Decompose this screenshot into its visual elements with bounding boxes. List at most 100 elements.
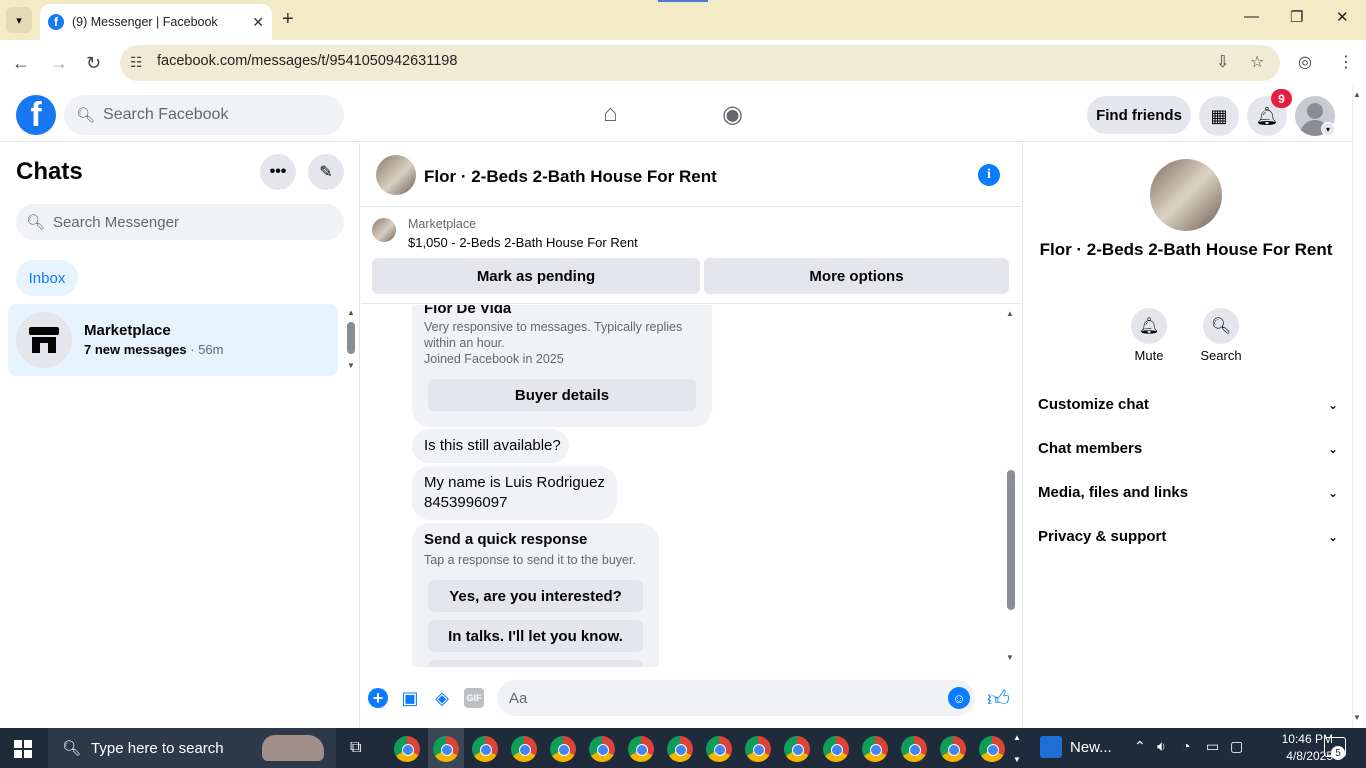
privacy-support-row[interactable]: Privacy & support ⌄ — [1038, 528, 1338, 545]
chevron-down-icon: ⌄ — [1327, 485, 1338, 500]
chrome-icon[interactable] — [550, 736, 576, 762]
chrome-icon[interactable] — [511, 736, 537, 762]
chrome-icon[interactable] — [784, 736, 810, 762]
groups-icon[interactable]: ◉ — [722, 100, 743, 129]
restore-icon[interactable]: ❐ — [1290, 8, 1303, 26]
chevron-down-icon: ⌄ — [1327, 529, 1338, 544]
profile-icon[interactable]: ◎ — [1298, 52, 1312, 72]
chrome-icon[interactable] — [745, 736, 771, 762]
taskbar-scroll-up-icon[interactable]: ▲ — [1013, 733, 1021, 742]
chrome-icon[interactable] — [706, 736, 732, 762]
url-text[interactable]: facebook.com/messages/t/9541050942631198 — [157, 53, 457, 69]
chat-title[interactable]: Flor · 2-Beds 2-Bath House For Rent — [424, 167, 717, 187]
news-label: New... — [1070, 738, 1112, 756]
bookmark-star-icon[interactable]: ☆ — [1250, 52, 1264, 72]
section-label: Media, files and links — [1038, 484, 1189, 501]
chrome-icon[interactable] — [667, 736, 693, 762]
wifi-icon[interactable]: ◔ — [1182, 738, 1190, 754]
scroll-down-arrow-icon[interactable]: ▼ — [1006, 653, 1014, 662]
more-options-button[interactable]: More options — [704, 258, 1009, 294]
chat-avatar[interactable] — [376, 155, 416, 195]
message-input[interactable]: Aa — [497, 680, 975, 716]
home-icon[interactable]: ⌂ — [603, 100, 618, 128]
account-chevron-icon[interactable]: ▾ — [1321, 122, 1335, 136]
display-icon[interactable]: ▢ — [1230, 738, 1243, 755]
mark-as-pending-button[interactable]: Mark as pending — [372, 258, 700, 294]
chat-members-row[interactable]: Chat members ⌄ — [1038, 440, 1338, 457]
minimize-icon[interactable]: — — [1244, 8, 1259, 25]
quick-response-option[interactable] — [428, 660, 643, 667]
buyer-details-button[interactable]: Buyer details — [428, 379, 696, 411]
facebook-logo-icon[interactable]: f — [16, 95, 56, 135]
reload-icon[interactable]: ↻ — [86, 53, 101, 74]
browser-tab-messenger[interactable]: f (9) Messenger | Facebook ✕ — [40, 4, 272, 40]
task-view-icon[interactable]: ⧉ — [350, 739, 361, 757]
search-icon[interactable]: 🔍︎ — [1203, 308, 1239, 344]
thumbs-up-icon[interactable]: 👍︎ — [987, 685, 1010, 712]
chrome-icon[interactable] — [589, 736, 615, 762]
facebook-search-input[interactable]: 🔍︎ Search Facebook — [64, 95, 344, 135]
scroll-up-arrow-icon[interactable]: ▲ — [1006, 309, 1014, 318]
photo-icon[interactable]: ▣ — [400, 688, 420, 708]
taskbar-scroll-down-icon[interactable]: ▼ — [1013, 755, 1021, 764]
facebook-search-placeholder: Search Facebook — [103, 106, 229, 123]
plus-icon[interactable]: + — [368, 688, 388, 708]
chrome-icon[interactable] — [979, 736, 1005, 762]
quick-response-subtitle: Tap a response to send it to the buyer. — [424, 553, 636, 567]
page-scrollbar[interactable] — [1352, 86, 1366, 728]
volume-icon[interactable]: 🔉︎ — [1157, 738, 1166, 755]
chrome-icon[interactable] — [940, 736, 966, 762]
show-hidden-icons-icon[interactable]: ⌃ — [1134, 738, 1146, 755]
emoji-icon[interactable]: ☺ — [948, 687, 970, 709]
search-icon: 🔍︎ — [76, 107, 96, 124]
chrome-icon[interactable] — [433, 736, 459, 762]
listing-thumbnail[interactable] — [372, 218, 396, 242]
scroll-up-arrow-icon[interactable]: ▲ — [347, 308, 355, 317]
quick-response-option[interactable]: In talks. I'll let you know. — [428, 620, 643, 652]
menu-kebab-icon[interactable]: ⋮ — [1338, 52, 1354, 72]
new-message-icon[interactable]: ✎ — [308, 154, 344, 190]
media-files-links-row[interactable]: Media, files and links ⌄ — [1038, 484, 1338, 501]
windows-start-icon[interactable] — [14, 740, 32, 758]
news-widget[interactable]: New... — [1040, 736, 1112, 758]
conversation-time: · 56m — [190, 342, 224, 357]
chrome-icon[interactable] — [901, 736, 927, 762]
quick-response-option[interactable]: Yes, are you interested? — [428, 580, 643, 612]
close-window-icon[interactable]: ✕ — [1336, 8, 1349, 26]
chrome-icon[interactable] — [823, 736, 849, 762]
marketplace-label: Marketplace — [408, 217, 477, 231]
section-label: Customize chat — [1038, 396, 1149, 413]
tab-search-button[interactable]: ▾ — [6, 7, 32, 33]
battery-icon[interactable]: ▭ — [1206, 738, 1219, 755]
scroll-down-arrow-icon[interactable]: ▼ — [347, 361, 355, 370]
forward-icon[interactable]: → — [50, 53, 68, 74]
quick-response-title: Send a quick response — [424, 531, 588, 548]
close-tab-icon[interactable]: ✕ — [252, 14, 264, 31]
install-app-icon[interactable]: ⇩ — [1216, 52, 1229, 72]
bell-icon[interactable]: 🔔︎ — [1131, 308, 1167, 344]
gif-icon[interactable]: GIF — [464, 688, 484, 708]
chrome-icon[interactable] — [862, 736, 888, 762]
sticker-icon[interactable]: ◈ — [432, 688, 452, 708]
search-icon: 🔍︎ — [26, 214, 46, 231]
info-icon[interactable]: i — [978, 164, 1000, 186]
inbox-tab[interactable]: Inbox — [16, 260, 78, 296]
messages-scrollbar-thumb[interactable] — [1007, 470, 1015, 610]
scroll-up-arrow-icon[interactable]: ▲ — [1353, 90, 1361, 99]
menu-grid-icon[interactable]: ▦ — [1199, 96, 1239, 136]
chat-profile-avatar[interactable] — [1150, 159, 1222, 231]
listing-title[interactable]: $1,050 - 2-Beds 2-Bath House For Rent — [408, 235, 638, 250]
back-icon[interactable]: ← — [12, 53, 30, 74]
customize-chat-row[interactable]: Customize chat ⌄ — [1038, 396, 1338, 413]
site-info-icon[interactable]: ☷ — [130, 54, 143, 71]
new-tab-button[interactable]: + — [282, 8, 294, 31]
chrome-icon[interactable] — [628, 736, 654, 762]
chats-options-icon[interactable]: ••• — [260, 154, 296, 190]
scroll-down-arrow-icon[interactable]: ▼ — [1353, 713, 1361, 722]
messenger-search-input[interactable]: 🔍︎ Search Messenger — [16, 204, 344, 240]
chats-scrollbar-thumb[interactable] — [347, 322, 355, 354]
chrome-icon[interactable] — [394, 736, 420, 762]
find-friends-button[interactable]: Find friends — [1087, 96, 1191, 134]
chrome-icon[interactable] — [472, 736, 498, 762]
notification-badge: 9 — [1271, 89, 1292, 108]
